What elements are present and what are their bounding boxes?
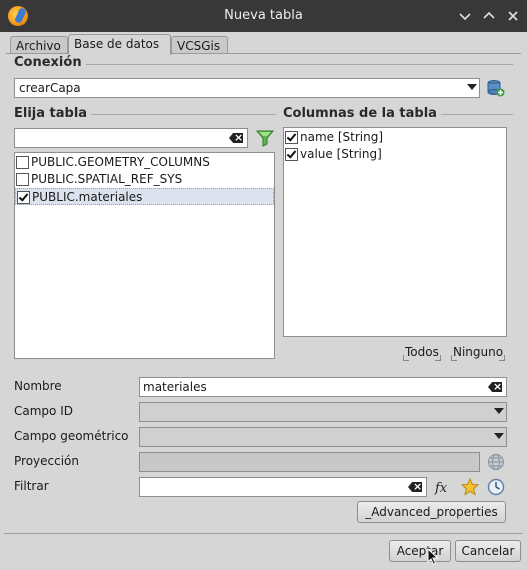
- table-checkbox[interactable]: [16, 173, 29, 186]
- chevron-down-icon: [494, 433, 504, 439]
- database-add-icon[interactable]: [487, 79, 505, 97]
- select-no-columns-button[interactable]: Ninguno: [451, 343, 506, 361]
- column-checkbox[interactable]: [285, 131, 298, 144]
- tab-bar: Archivo Base de datos VCSGis: [0, 32, 527, 55]
- filter-icon[interactable]: [255, 129, 275, 147]
- connection-rule: [14, 64, 513, 65]
- name-input[interactable]: materiales: [139, 377, 507, 397]
- advanced-properties-button[interactable]: _Advanced_properties: [357, 501, 506, 523]
- mouse-pointer-icon: [427, 547, 439, 566]
- filter-input[interactable]: [139, 477, 427, 497]
- column-list-item[interactable]: value [String]: [284, 146, 506, 163]
- close-icon[interactable]: [502, 5, 524, 27]
- chevron-down-icon: [494, 408, 504, 414]
- connection-combo[interactable]: crearCapa: [14, 78, 480, 98]
- geometry-field-combo[interactable]: [139, 427, 507, 447]
- table-checkbox[interactable]: [16, 156, 29, 169]
- cancel-button[interactable]: Cancelar: [455, 540, 521, 562]
- connection-value: crearCapa: [19, 81, 81, 95]
- title-bar: Nueva tabla: [0, 0, 527, 32]
- chevron-down-icon: [467, 84, 477, 90]
- columns-list[interactable]: name [String] value [String]: [283, 127, 507, 337]
- table-checkbox[interactable]: [17, 191, 30, 204]
- chevron-down-icon[interactable]: [454, 5, 476, 27]
- accept-button[interactable]: Aceptar: [389, 540, 451, 562]
- columns-section-label: Columnas de la tabla: [283, 106, 441, 121]
- clear-text-icon[interactable]: [488, 382, 502, 392]
- tab-base-de-datos[interactable]: Base de datos: [68, 34, 171, 55]
- id-field-combo[interactable]: [139, 402, 507, 422]
- window-title: Nueva tabla: [224, 8, 303, 23]
- filter-label: Filtrar: [14, 479, 49, 493]
- star-icon[interactable]: [460, 477, 480, 496]
- connection-section-label: Conexión: [14, 55, 86, 70]
- table-list-item[interactable]: PUBLIC.SPATIAL_REF_SYS: [15, 171, 274, 188]
- table-list[interactable]: PUBLIC.GEOMETRY_COLUMNS PUBLIC.SPATIAL_R…: [14, 152, 275, 359]
- tab-vcsgis[interactable]: VCSGis: [171, 36, 228, 54]
- tab-archivo[interactable]: Archivo: [10, 36, 68, 54]
- svg-text:fx: fx: [434, 481, 448, 496]
- footer-separator: [4, 533, 523, 534]
- id-field-label: Campo ID: [14, 404, 73, 418]
- name-label: Nombre: [14, 379, 62, 393]
- clear-text-icon[interactable]: [408, 482, 422, 492]
- clear-text-icon[interactable]: [229, 133, 243, 143]
- projection-input[interactable]: [139, 452, 480, 472]
- expression-fx-icon[interactable]: fx: [434, 478, 452, 496]
- select-all-columns-button[interactable]: Todos: [403, 343, 441, 361]
- projection-label: Proyección: [14, 454, 79, 468]
- chevron-up-icon[interactable]: [478, 5, 500, 27]
- geometry-field-label: Campo geométrico: [14, 429, 129, 443]
- globe-icon[interactable]: [487, 453, 505, 471]
- table-chooser-label: Elija tabla: [14, 106, 92, 121]
- table-list-item[interactable]: PUBLIC.materiales: [15, 188, 274, 205]
- table-list-item[interactable]: PUBLIC.GEOMETRY_COLUMNS: [15, 154, 274, 171]
- column-list-item[interactable]: name [String]: [284, 129, 506, 146]
- column-checkbox[interactable]: [285, 148, 298, 161]
- history-clock-icon[interactable]: [487, 478, 505, 496]
- table-filter-input[interactable]: [14, 128, 248, 148]
